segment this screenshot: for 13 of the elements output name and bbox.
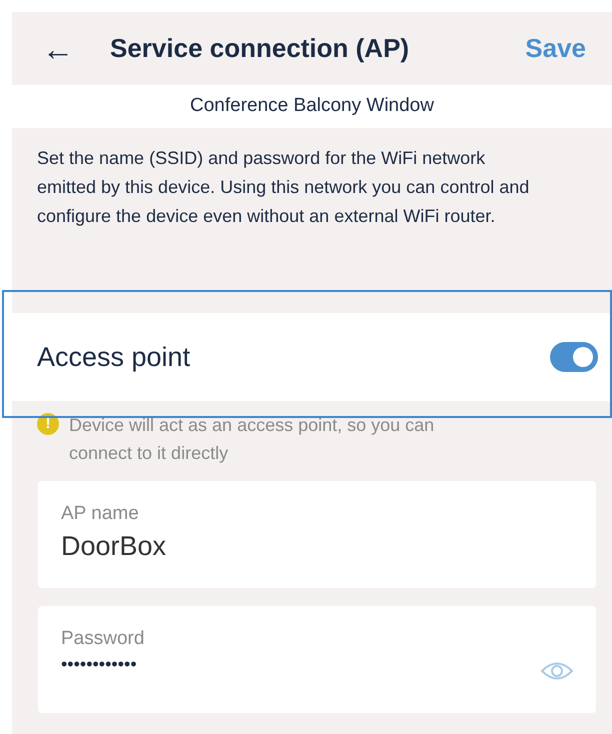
notice-text: Device will act as an access point, so you can connect to it directly bbox=[69, 414, 436, 465]
field-label: Password bbox=[61, 628, 146, 651]
description-text: Set the name (SSID) and password for the WiFi network emitted by this device. Using this network you can control and configure the device even without an external WiFi router. bbox=[36, 147, 530, 228]
field-label: AP name bbox=[61, 503, 140, 526]
back-button[interactable]: ← bbox=[42, 32, 74, 64]
access-point-toggle[interactable] bbox=[550, 342, 598, 372]
field-value[interactable]: DoorBox bbox=[61, 526, 574, 566]
access-point-label: Access point bbox=[37, 340, 190, 374]
input-field[interactable]: AP name DoorBox bbox=[38, 481, 596, 588]
field-value[interactable]: •••••••••••• bbox=[61, 650, 540, 678]
device-name: Conference Balcony Window bbox=[190, 94, 434, 118]
input-field[interactable]: Password •••••••••••• bbox=[38, 606, 596, 713]
page-title: Service connection (AP) bbox=[110, 32, 410, 64]
